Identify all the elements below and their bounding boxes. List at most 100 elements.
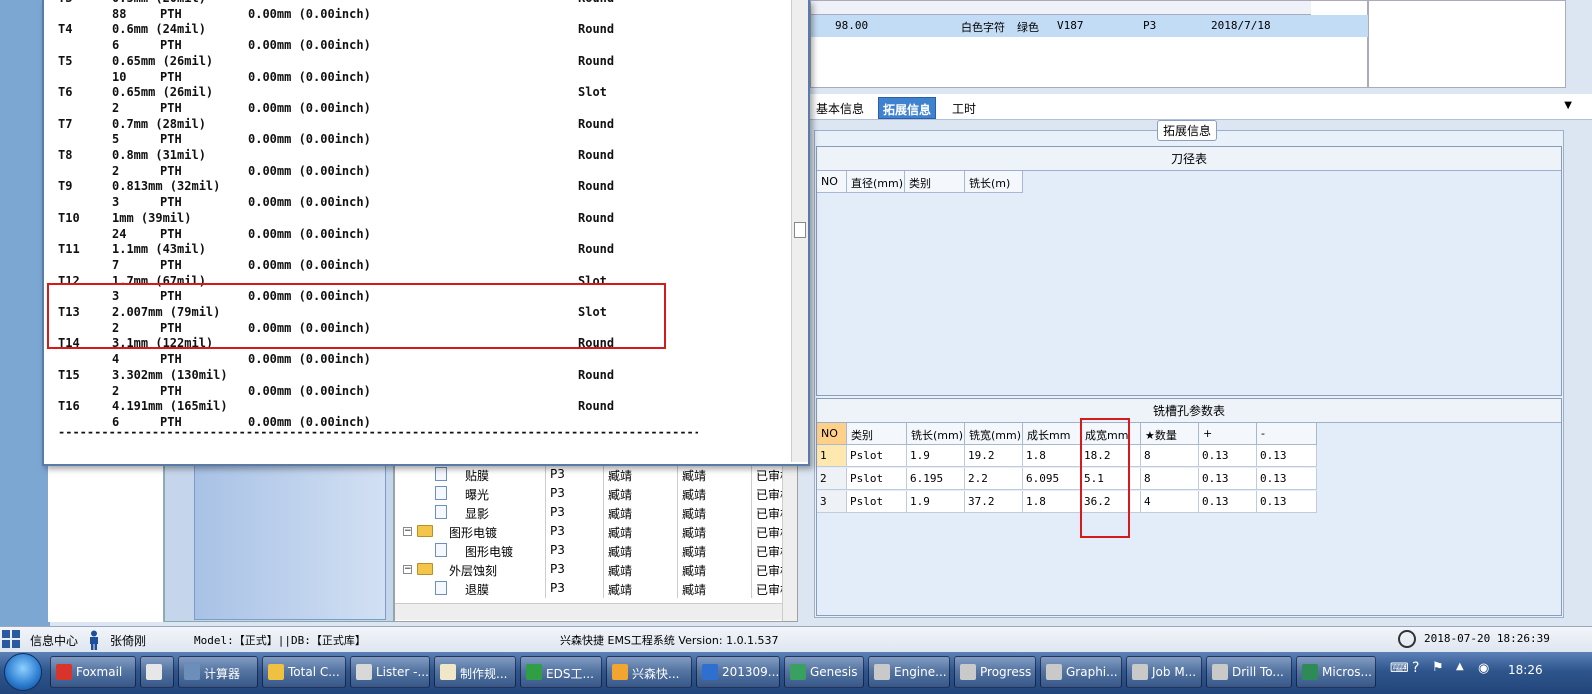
chevron-down-icon[interactable]: ▼ <box>1564 100 1572 111</box>
tree-node[interactable]: 退膜P3臧靖臧靖已审核 <box>395 579 785 598</box>
report-field: Round <box>578 116 615 131</box>
taskbar-button-label: 201309... <box>722 665 780 679</box>
report-field: 0.65mm (26mil) <box>112 53 214 68</box>
keyboard-icon[interactable]: ⌨ <box>1390 661 1409 676</box>
taskbar-button[interactable]: Total C... <box>262 656 346 688</box>
slot-cell[interactable]: 0.13 <box>1199 491 1257 513</box>
taskbar-button[interactable]: 201309... <box>696 656 780 688</box>
blue-panel-inner <box>194 462 386 620</box>
report-field: T10 <box>58 210 80 225</box>
tree-cell: P3 <box>545 465 603 484</box>
tree-cell: 臧靖 <box>677 503 735 522</box>
slot-cell[interactable]: Pslot <box>847 445 907 467</box>
slot-col-header[interactable]: 铣宽(mm) <box>965 423 1023 445</box>
slot-cell[interactable]: 0.13 <box>1257 468 1317 490</box>
slot-cell[interactable]: 6.195 <box>907 468 965 490</box>
slot-cell[interactable]: 1.8 <box>1023 491 1081 513</box>
slot-col-header[interactable]: NO <box>817 423 847 445</box>
slot-param-table[interactable]: 铣槽孔参数表 NO 类别 铣长(mm) 铣宽(mm) 成长mm 成宽mm ★数量 + -1 Psl… <box>816 398 1562 616</box>
scrollbar-thumb[interactable] <box>794 222 806 238</box>
slot-col-header[interactable]: ★数量 <box>1141 423 1199 445</box>
knife-diameter-table[interactable]: 刀径表 NO 直径(mm) 类别 铣长(m) <box>816 146 1562 396</box>
report-field: Round <box>578 179 615 194</box>
slot-cell[interactable]: 3 <box>817 491 847 513</box>
collapse-icon[interactable]: − <box>403 565 412 574</box>
slot-cell[interactable]: 0.13 <box>1257 445 1317 467</box>
taskbar-button[interactable]: Drill To... <box>1206 656 1292 688</box>
grid-icon[interactable] <box>2 630 20 648</box>
report-field: 6 <box>112 38 120 53</box>
slot-cell[interactable]: Pslot <box>847 468 907 490</box>
tree-node[interactable]: −外层蚀刻P3臧靖臧靖已审核 <box>395 560 785 579</box>
taskbar-button[interactable]: Progress <box>954 656 1036 688</box>
slot-cell[interactable]: 0.13 <box>1199 468 1257 490</box>
taskbar-button[interactable]: Foxmail <box>50 656 136 688</box>
slot-cell[interactable]: 1.9 <box>907 491 965 513</box>
slot-cell[interactable]: 4 <box>1141 491 1199 513</box>
taskbar-button[interactable]: 兴森快... <box>606 656 692 688</box>
lister-scrollbar[interactable] <box>791 0 808 462</box>
report-field: PTH <box>160 257 182 272</box>
slot-col-header[interactable]: 铣长(mm) <box>907 423 965 445</box>
slot-col-header[interactable]: - <box>1257 423 1317 445</box>
tree-node-label: 图形电镀 <box>449 526 498 540</box>
taskbar-button[interactable]: Graphi... <box>1040 656 1122 688</box>
slot-cell[interactable]: 1.9 <box>907 445 965 467</box>
order-grid-row[interactable]: 98.00 白色字符 绿色 V187 P3 2018/7/18 <box>811 15 1369 37</box>
slot-col-header[interactable]: 类别 <box>847 423 907 445</box>
taskbar-button[interactable]: 制作规... <box>434 656 516 688</box>
help-icon[interactable]: ? <box>1412 660 1419 676</box>
knife-col-header[interactable]: 类别 <box>905 171 965 193</box>
tab-work-hours[interactable]: 工时 <box>948 97 980 119</box>
taskbar-button[interactable]: Lister -... <box>350 656 430 688</box>
chevron-up-icon[interactable]: ▲ <box>1456 661 1464 672</box>
slot-cell[interactable]: 1 <box>817 445 847 467</box>
knife-col-header[interactable]: 铣长(m) <box>965 171 1023 193</box>
lister-window[interactable]: T30.5mm (20mil)Round88PTH0.00mm (0.00inc… <box>42 0 810 466</box>
tree-node[interactable]: −图形电镀P3臧靖臧靖已审核 <box>395 522 785 541</box>
taskbar-button[interactable]: Job M... <box>1126 656 1202 688</box>
slot-cell[interactable]: 2.2 <box>965 468 1023 490</box>
slot-cell[interactable]: 2 <box>817 468 847 490</box>
slot-cell[interactable]: 1.8 <box>1023 445 1081 467</box>
tree-cell: P3 <box>545 541 603 560</box>
tab-basic-info[interactable]: 基本信息 <box>812 97 868 119</box>
slot-cell[interactable]: 8 <box>1141 445 1199 467</box>
taskbar-button[interactable]: 计算器 <box>178 656 258 688</box>
order-grid[interactable]: 98.00 白色字符 绿色 V187 P3 2018/7/18 <box>810 0 1369 88</box>
tree-vertical-scrollbar[interactable] <box>782 463 797 621</box>
slot-cell[interactable]: Pslot <box>847 491 907 513</box>
tree-horizontal-scrollbar[interactable] <box>395 603 783 620</box>
tree-node[interactable]: 显影P3臧靖臧靖已审核 <box>395 503 785 522</box>
tree-node[interactable]: 曝光P3臧靖臧靖已审核 <box>395 484 785 503</box>
taskbar-button[interactable]: Engine... <box>868 656 950 688</box>
process-tree[interactable]: 贴膜P3臧靖臧靖已审核曝光P3臧靖臧靖已审核显影P3臧靖臧靖已审核−图形电镀P3… <box>394 462 798 622</box>
slot-col-header[interactable]: + <box>1199 423 1257 445</box>
taskbar-button[interactable] <box>140 656 174 688</box>
slot-cell[interactable]: 8 <box>1141 468 1199 490</box>
taskbar-button[interactable]: EDS工... <box>520 656 602 688</box>
knife-col-header[interactable]: NO <box>817 171 847 193</box>
info-center-link[interactable]: 信息中心 <box>30 632 78 649</box>
taskbar-button[interactable]: Genesis <box>784 656 864 688</box>
slot-cell[interactable]: 6.095 <box>1023 468 1081 490</box>
app-icon <box>1212 664 1228 680</box>
taskbar-clock[interactable]: 18:26 <box>1508 663 1543 677</box>
knife-col-header[interactable]: 直径(mm) <box>847 171 905 193</box>
report-field: 2 <box>112 100 120 115</box>
taskbar-button[interactable]: Micros... <box>1296 656 1376 688</box>
tab-extended-info[interactable]: 拓展信息 <box>878 97 937 119</box>
slot-cell[interactable]: 0.13 <box>1199 445 1257 467</box>
start-button[interactable] <box>0 652 46 694</box>
report-field: PTH <box>160 38 182 53</box>
report-field: Round <box>578 148 615 162</box>
flag-icon[interactable]: ⚑ <box>1432 660 1444 675</box>
slot-col-header[interactable]: 成长mm <box>1023 423 1081 445</box>
slot-cell[interactable]: 19.2 <box>965 445 1023 467</box>
tree-node[interactable]: 贴膜P3臧靖臧靖已审核 <box>395 465 785 484</box>
collapse-icon[interactable]: − <box>403 527 412 536</box>
tree-node[interactable]: 图形电镀P3臧靖臧靖已审核 <box>395 541 785 560</box>
slot-cell[interactable]: 37.2 <box>965 491 1023 513</box>
network-icon[interactable]: ◉ <box>1478 661 1489 676</box>
slot-cell[interactable]: 0.13 <box>1257 491 1317 513</box>
